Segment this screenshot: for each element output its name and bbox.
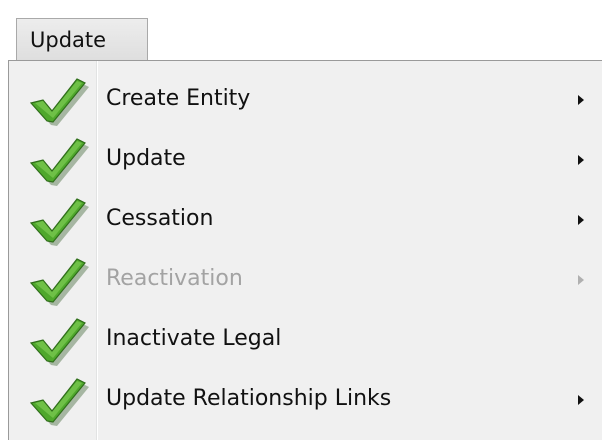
menu-item-inactivate-legal[interactable]: Inactivate Legal [9,309,602,369]
menu-item-label: Update Relationship Links [106,386,392,411]
green-checkmark-icon [27,75,89,127]
update-menu-button-label: Update [30,28,107,52]
update-dropdown-menu: Create Entity Update Cessation Reactivat… [8,60,602,440]
menu-item-update[interactable]: Update [9,129,602,189]
menu-item-create-entity[interactable]: Create Entity [9,69,602,129]
submenu-arrow-icon [578,95,584,105]
update-menu-button[interactable]: Update [16,18,148,62]
submenu-arrow-icon [578,395,584,405]
submenu-arrow-icon [578,155,584,165]
menu-item-label: Cessation [106,206,214,231]
menu-item-label: Inactivate Legal [106,326,282,351]
application-window: Update Create Entity Update Cessation Re… [0,0,602,440]
green-checkmark-icon [27,375,89,427]
green-checkmark-icon [27,255,89,307]
menu-item-reactivation[interactable]: Reactivation [9,249,602,309]
menu-item-update-relationship-links[interactable]: Update Relationship Links [9,369,602,429]
green-checkmark-icon [27,315,89,367]
menu-item-label: Reactivation [106,266,243,291]
submenu-arrow-icon [578,275,584,285]
menu-item-label: Update [106,146,186,171]
green-checkmark-icon [27,195,89,247]
submenu-arrow-icon [578,215,584,225]
menu-item-label: Create Entity [106,86,251,111]
menu-item-cessation[interactable]: Cessation [9,189,602,249]
green-checkmark-icon [27,135,89,187]
